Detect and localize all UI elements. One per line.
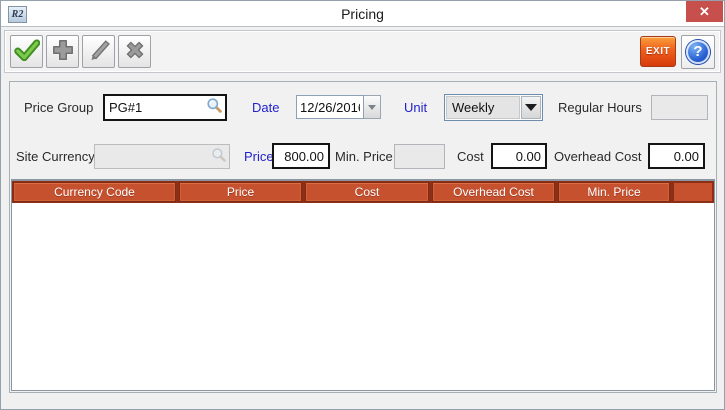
window-title: Pricing <box>61 1 664 27</box>
date-label: Date <box>252 100 279 115</box>
exit-icon: EXIT <box>646 46 670 57</box>
min-price-input <box>394 144 445 169</box>
chevron-down-icon <box>368 105 376 110</box>
toolbar: EXIT ? <box>4 30 721 73</box>
site-currency-field <box>94 144 230 169</box>
unit-combo[interactable]: Weekly <box>444 94 543 121</box>
column-header-cost[interactable]: Cost <box>305 182 429 202</box>
close-button[interactable]: ✕ <box>686 1 723 22</box>
currency-table: Currency Code Price Cost Overhead Cost M… <box>11 179 715 391</box>
regular-hours-input <box>651 95 708 120</box>
unit-label: Unit <box>404 100 427 115</box>
column-header-currency-code[interactable]: Currency Code <box>13 182 176 202</box>
regular-hours-label: Regular Hours <box>558 100 642 115</box>
app-icon: R2 <box>8 6 27 23</box>
ok-button[interactable] <box>10 35 43 68</box>
pricing-form-panel: Price Group Date Unit Weekly <box>9 81 717 393</box>
cost-label: Cost <box>457 149 484 164</box>
search-icon[interactable] <box>206 97 222 118</box>
delete-button[interactable] <box>118 35 151 68</box>
overhead-cost-label: Overhead Cost <box>554 149 641 164</box>
price-input[interactable] <box>272 143 330 169</box>
column-header-filler <box>673 182 713 202</box>
close-icon: ✕ <box>699 4 710 19</box>
help-button[interactable]: ? <box>681 35 715 69</box>
price-label: Price <box>244 149 274 164</box>
min-price-label: Min. Price <box>335 149 393 164</box>
search-icon <box>211 147 226 167</box>
site-currency-label: Site Currency <box>16 149 95 164</box>
unit-selected-value: Weekly <box>446 96 520 119</box>
x-icon <box>122 37 148 66</box>
add-button[interactable] <box>46 35 79 68</box>
titlebar: R2 Pricing ✕ <box>1 1 724 27</box>
column-header-min-price[interactable]: Min. Price <box>558 182 670 202</box>
cost-input[interactable] <box>491 143 547 169</box>
column-header-overhead-cost[interactable]: Overhead Cost <box>432 182 555 202</box>
price-group-field <box>103 94 227 121</box>
price-group-input[interactable] <box>105 100 206 115</box>
pricing-window: R2 Pricing ✕ <box>0 0 725 410</box>
exit-button[interactable]: EXIT <box>640 36 676 67</box>
plus-icon <box>50 37 76 66</box>
site-currency-input <box>95 149 211 164</box>
question-icon: ? <box>686 40 710 64</box>
currency-table-body <box>11 203 715 391</box>
currency-table-header: Currency Code Price Cost Overhead Cost M… <box>11 181 715 203</box>
unit-dropdown-button[interactable] <box>521 96 541 119</box>
overhead-cost-input[interactable] <box>648 143 705 169</box>
column-header-price[interactable]: Price <box>179 182 302 202</box>
price-group-label: Price Group <box>24 100 93 115</box>
chevron-down-icon <box>525 104 537 111</box>
date-input[interactable] <box>296 95 364 119</box>
date-field <box>296 95 381 119</box>
date-dropdown-button[interactable] <box>364 95 381 119</box>
pencil-icon <box>86 37 112 66</box>
check-icon <box>14 37 40 66</box>
edit-button[interactable] <box>82 35 115 68</box>
